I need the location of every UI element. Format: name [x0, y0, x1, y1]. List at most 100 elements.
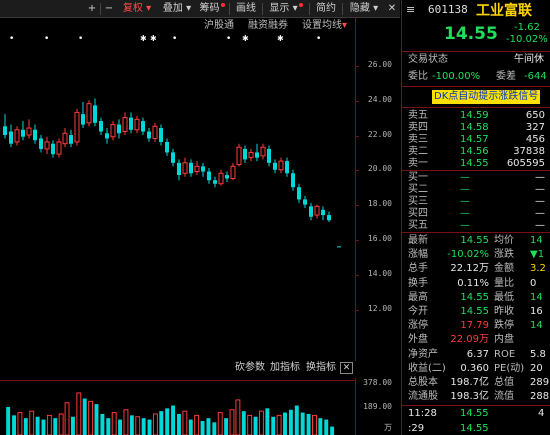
volume-bar[interactable]	[64, 402, 70, 435]
buy-level-row[interactable]: 买一 — —	[402, 172, 550, 184]
candlestick[interactable]	[189, 159, 193, 177]
volume-bar[interactable]	[258, 410, 264, 435]
candlestick-chart[interactable]	[0, 33, 355, 361]
overlay-dropdown[interactable]: 叠加 ▾	[158, 0, 196, 18]
candlestick[interactable]	[44, 136, 50, 155]
dk-signal-banner[interactable]: DK点自动提示涨跌信号	[432, 90, 541, 104]
candlestick[interactable]	[278, 157, 284, 174]
candlestick[interactable]	[14, 126, 20, 146]
switch-indicator-button[interactable]: 换指标	[306, 361, 336, 375]
sell-level-row[interactable]: 卖四 14.58 327	[402, 122, 550, 134]
candlestick[interactable]	[248, 148, 254, 162]
candlestick[interactable]	[134, 115, 140, 134]
volume-bar[interactable]	[46, 414, 52, 435]
volume-chart[interactable]	[0, 380, 355, 435]
hide-dropdown[interactable]: 隐藏 ▾	[345, 0, 383, 18]
volume-bar[interactable]	[318, 418, 323, 435]
volume-bar[interactable]	[171, 405, 176, 435]
candlestick[interactable]	[201, 162, 205, 177]
buy-level-row[interactable]: 买四 — —	[402, 208, 550, 220]
candlestick[interactable]	[207, 168, 211, 184]
volume-bar[interactable]	[129, 415, 134, 435]
volume-bar[interactable]	[283, 412, 287, 435]
candlestick[interactable]	[86, 100, 92, 127]
margin-trading-link[interactable]: 融资融券	[248, 19, 288, 33]
volume-bar[interactable]	[135, 416, 141, 435]
candlestick[interactable]	[243, 145, 247, 163]
candlestick[interactable]	[39, 135, 43, 153]
sell-level-row[interactable]: 卖二 14.56 37838	[402, 146, 550, 158]
candlestick[interactable]	[321, 206, 325, 221]
volume-bar[interactable]	[224, 418, 229, 435]
volume-bar[interactable]	[235, 399, 241, 435]
volume-bar[interactable]	[212, 422, 217, 435]
volume-bar[interactable]	[159, 411, 164, 435]
volume-bar[interactable]	[271, 416, 276, 435]
volume-bar[interactable]	[6, 406, 11, 435]
volume-bar[interactable]	[76, 392, 82, 435]
add-indicator-button[interactable]: 加指标	[270, 361, 300, 375]
volume-bar[interactable]	[247, 414, 253, 435]
candlestick[interactable]	[129, 112, 133, 134]
candlestick[interactable]	[236, 143, 242, 167]
volume-bar[interactable]	[118, 419, 123, 435]
candlestick[interactable]	[74, 108, 80, 146]
volume-bar[interactable]	[41, 419, 46, 435]
buy-level-row[interactable]: 买五 — —	[402, 220, 550, 232]
volume-bar[interactable]	[194, 414, 200, 435]
candlestick[interactable]	[117, 119, 121, 139]
candlestick[interactable]	[230, 162, 236, 181]
volume-bar[interactable]	[70, 416, 75, 435]
volume-bar[interactable]	[312, 414, 317, 435]
candlestick[interactable]	[122, 112, 128, 135]
volume-bar[interactable]	[141, 418, 146, 435]
candlestick[interactable]	[194, 161, 200, 176]
volume-bar[interactable]	[300, 412, 305, 435]
candlestick[interactable]	[327, 211, 331, 222]
volume-bar[interactable]	[23, 418, 28, 435]
volume-bar[interactable]	[276, 414, 282, 435]
candlestick[interactable]	[33, 124, 37, 144]
candlestick[interactable]	[337, 246, 341, 248]
candlestick[interactable]	[303, 195, 307, 209]
volume-bar[interactable]	[29, 410, 35, 435]
candlestick[interactable]	[141, 117, 145, 135]
buy-level-row[interactable]: 买三 — —	[402, 196, 550, 208]
volume-bar[interactable]	[253, 416, 258, 435]
candlestick[interactable]	[56, 138, 62, 158]
zoom-in-button[interactable]: +	[86, 0, 98, 18]
sell-level-row[interactable]: 卖一 14.55 605595	[402, 158, 550, 170]
volume-bar[interactable]	[35, 416, 40, 435]
volume-bar[interactable]	[294, 405, 299, 435]
candlestick[interactable]	[99, 117, 103, 135]
fuquan-dropdown[interactable]: 复权 ▾	[118, 0, 156, 18]
volume-bar[interactable]	[324, 419, 329, 435]
candlestick[interactable]	[171, 148, 175, 167]
candlestick[interactable]	[267, 145, 271, 167]
volume-bar[interactable]	[111, 412, 117, 435]
candlestick[interactable]	[260, 143, 266, 160]
candlestick[interactable]	[182, 157, 188, 177]
volume-bar[interactable]	[12, 415, 16, 435]
chip-button[interactable]: 筹码	[198, 0, 226, 18]
volume-bar[interactable]	[82, 398, 87, 435]
volume-bar[interactable]	[182, 410, 188, 435]
volume-bar[interactable]	[53, 418, 58, 435]
volume-bar[interactable]	[288, 409, 293, 435]
candlestick[interactable]	[297, 183, 301, 203]
candlestick[interactable]	[273, 159, 277, 174]
candlestick[interactable]	[3, 114, 7, 139]
candlestick[interactable]	[159, 124, 163, 146]
zoom-out-button[interactable]: −	[103, 0, 115, 18]
adjust-params-button[interactable]: 砍参数	[235, 361, 265, 375]
candlestick[interactable]	[69, 129, 73, 148]
volume-bar[interactable]	[177, 413, 181, 435]
sell-level-row[interactable]: 卖三 14.57 456	[402, 134, 550, 146]
volume-bar[interactable]	[330, 426, 335, 435]
volume-bar[interactable]	[217, 412, 223, 435]
candlestick[interactable]	[9, 124, 13, 148]
candlestick[interactable]	[314, 204, 320, 219]
volume-bar[interactable]	[206, 418, 211, 435]
candlestick[interactable]	[26, 119, 32, 139]
volume-bar[interactable]	[229, 409, 235, 435]
